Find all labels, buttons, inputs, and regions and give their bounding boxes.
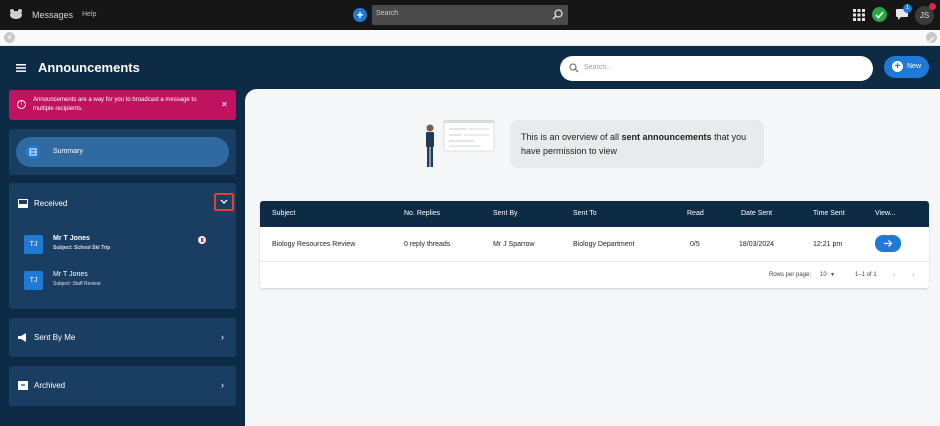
archive-icon	[18, 381, 28, 390]
summary-label: Summary	[53, 148, 83, 155]
nav-help[interactable]: Help	[82, 11, 96, 18]
overview-illustration	[426, 120, 495, 167]
cell-sent-by: Mr J Sparrow	[493, 241, 535, 248]
compose-plus-icon[interactable]: +	[353, 8, 367, 22]
global-search-input[interactable]: Search	[372, 5, 568, 25]
avatar: TJ	[24, 235, 43, 254]
announcements-table: Subject No. Replies Sent By Sent To Read…	[260, 201, 929, 288]
sidebar-item-summary[interactable]: Summary	[16, 137, 229, 167]
notification-badge: 1	[903, 4, 912, 13]
sidebar-item-archived[interactable]: Archived ›	[9, 366, 236, 406]
pagination-range: 1–1 of 1	[855, 272, 877, 278]
next-page-icon[interactable]: ›	[912, 270, 915, 279]
received-label: Received	[34, 199, 68, 208]
collapse-received-button[interactable]	[214, 193, 234, 211]
window-strip	[0, 30, 940, 46]
status-check-icon[interactable]	[872, 7, 887, 22]
summary-panel: Summary	[9, 129, 236, 175]
column-header-read[interactable]: Read	[687, 210, 704, 217]
app-logo-icon[interactable]	[8, 8, 24, 20]
announcements-search-input[interactable]: Search...	[560, 56, 873, 81]
sender-name: Mr T Jones	[53, 235, 90, 242]
sent-by-me-label: Sent By Me	[34, 333, 76, 342]
new-announcement-button[interactable]: + New	[884, 56, 929, 78]
arrow-right-icon	[884, 240, 893, 247]
cell-sent-to: Biology Department	[573, 241, 635, 248]
previous-page-icon[interactable]: ‹	[893, 270, 896, 279]
rows-per-page-label: Rows per page:	[769, 272, 812, 278]
cell-date-sent: 18/03/2024	[739, 241, 775, 248]
apps-grid-icon[interactable]	[853, 9, 865, 21]
list-item[interactable]: TJ Mr T Jones Subject: School Ski Trip	[9, 231, 236, 265]
plus-icon: +	[892, 61, 903, 72]
main-content: This is an overview of all sent announce…	[245, 89, 940, 426]
alert-text: Announcements are a way for you to broad…	[33, 97, 197, 112]
column-header-replies[interactable]: No. Replies	[404, 210, 440, 217]
dropdown-arrow-icon[interactable]: ▾	[831, 271, 834, 278]
page-title: Announcements	[38, 60, 140, 75]
search-placeholder: Search...	[584, 64, 613, 71]
overview-text-start: This is an overview of all	[521, 132, 622, 142]
column-header-view[interactable]: View...	[875, 210, 896, 217]
new-button-label: New	[907, 63, 922, 70]
sender-name: Mr T Jones	[53, 271, 88, 278]
overview-message: This is an overview of all sent announce…	[510, 120, 764, 168]
cell-replies: 0 reply threads	[404, 241, 451, 248]
column-header-sent-to[interactable]: Sent To	[573, 210, 597, 217]
info-alert: ! Announcements are a way for you to bro…	[9, 90, 236, 120]
chevron-right-icon: ›	[221, 332, 224, 342]
top-bar: Messages Help + Search 1 JS	[0, 0, 940, 30]
info-icon: !	[17, 100, 26, 109]
nav-messages[interactable]: Messages	[32, 10, 73, 20]
sidebar-item-sent-by-me[interactable]: Sent By Me ›	[9, 318, 236, 357]
message-subject: Subject: School Ski Trip	[53, 245, 111, 251]
rows-per-page-select[interactable]: 10	[820, 272, 827, 278]
archived-label: Archived	[34, 381, 66, 390]
list-item[interactable]: TJ Mr T Jones Subject: Staff Review	[9, 267, 236, 301]
column-header-sent-by[interactable]: Sent By	[493, 210, 518, 217]
table-pagination: Rows per page: 10 ▾ 1–1 of 1 ‹ ›	[260, 261, 929, 288]
cell-read: 0/5	[690, 241, 700, 248]
unread-alert-icon	[198, 236, 206, 244]
message-subject: Subject: Staff Review	[53, 281, 101, 287]
chevron-down-icon	[220, 199, 228, 204]
overview-text-bold: sent announcements	[621, 132, 712, 142]
column-header-time-sent[interactable]: Time Sent	[813, 210, 845, 217]
cell-subject: Biology Resources Review	[272, 241, 356, 248]
avatar-status-badge	[929, 3, 936, 10]
cell-time-sent: 12:21 pm	[813, 241, 843, 248]
search-icon[interactable]	[551, 8, 564, 21]
megaphone-icon	[18, 333, 26, 342]
chevron-right-icon: ›	[221, 380, 224, 390]
view-announcement-button[interactable]	[875, 235, 901, 252]
expand-icon[interactable]	[926, 32, 937, 43]
avatar: TJ	[24, 271, 43, 290]
global-search-placeholder: Search	[376, 10, 399, 17]
inbox-icon	[18, 199, 28, 208]
column-header-date-sent[interactable]: Date Sent	[741, 210, 772, 217]
close-icon[interactable]: ×	[4, 32, 15, 43]
menu-icon[interactable]	[16, 64, 26, 72]
search-icon	[569, 63, 579, 73]
column-header-subject[interactable]: Subject	[272, 210, 295, 217]
dismiss-alert-icon[interactable]: ✕	[221, 100, 228, 109]
received-panel: Received TJ Mr T Jones Subject: School S…	[9, 183, 236, 309]
table-header: Subject No. Replies Sent By Sent To Read…	[260, 201, 929, 227]
summary-icon	[26, 145, 40, 159]
